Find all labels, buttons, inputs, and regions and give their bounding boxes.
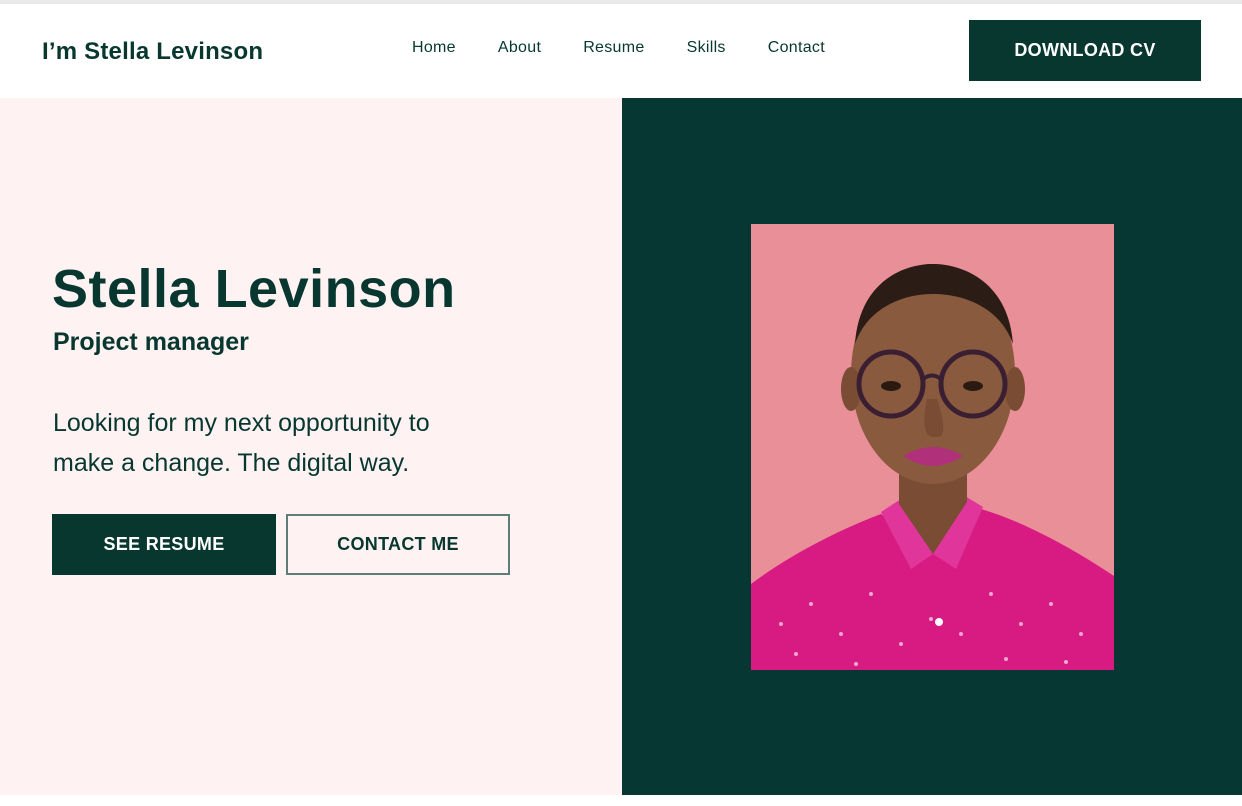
portrait-photo (751, 224, 1114, 670)
nav-item-contact[interactable]: Contact (768, 39, 825, 57)
contact-me-button[interactable]: CONTACT ME (286, 514, 510, 575)
tagline-line-2: make a change. The digital way. (53, 449, 410, 477)
main-nav: Home About Resume Skills Contact (412, 39, 867, 57)
hero-name: Stella Levinson (52, 259, 456, 319)
nav-item-about[interactable]: About (498, 39, 541, 57)
download-cv-button[interactable]: DOWNLOAD CV (969, 20, 1201, 81)
site-header: I’m Stella Levinson Home About Resume Sk… (0, 4, 1242, 98)
site-brand[interactable]: I’m Stella Levinson (42, 38, 263, 66)
see-resume-button[interactable]: SEE RESUME (52, 514, 276, 575)
bottom-strip (0, 795, 1242, 806)
nav-item-resume[interactable]: Resume (583, 39, 644, 57)
nav-item-skills[interactable]: Skills (687, 39, 726, 57)
hero-role: Project manager (53, 328, 249, 356)
portrait-illustration (751, 224, 1114, 670)
tagline-line-1: Looking for my next opportunity to (53, 409, 430, 437)
hero-tagline: Looking for my next opportunity to make … (53, 403, 523, 483)
nav-item-home[interactable]: Home (412, 39, 456, 57)
